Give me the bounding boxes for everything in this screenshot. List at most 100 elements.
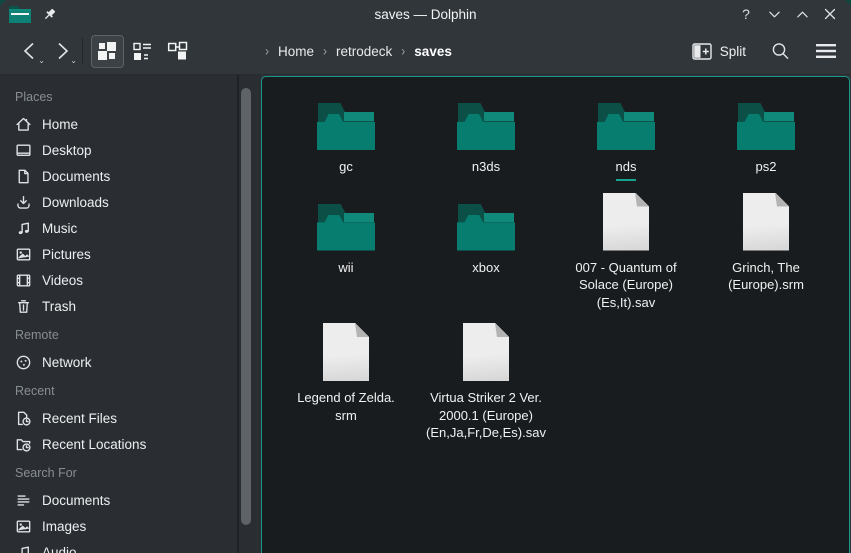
file-icon xyxy=(463,323,509,381)
search-icon[interactable] xyxy=(770,41,791,62)
sidebar-item-label: Trash xyxy=(42,299,76,314)
video-icon xyxy=(15,272,32,289)
folder-item-wii[interactable]: wii xyxy=(276,191,416,312)
icons-view-button[interactable] xyxy=(91,35,124,68)
image-icon xyxy=(15,518,32,535)
sidebar-item-documents[interactable]: Documents xyxy=(0,163,261,189)
sidebar-item-label: Images xyxy=(42,519,86,534)
breadcrumb-separator: › xyxy=(265,43,269,59)
sidebar-item-label: Downloads xyxy=(42,195,109,210)
dolphin-window: saves — Dolphin ? ⌄ ⌄ ›Home›retrodeck›sa… xyxy=(0,0,851,553)
trash-icon xyxy=(15,298,32,315)
sidebar-scrollbar[interactable] xyxy=(241,88,251,525)
sidebar-item-label: Videos xyxy=(42,273,83,288)
folder-icon xyxy=(457,204,515,251)
section-header-places: Places xyxy=(0,81,261,111)
sidebar-item-label: Recent Files xyxy=(42,411,117,426)
pin-icon[interactable] xyxy=(42,7,57,22)
folder-item-nds[interactable]: nds xyxy=(556,90,696,181)
forward-button[interactable]: ⌄ xyxy=(46,35,78,67)
item-label: ps2 xyxy=(756,158,777,176)
folder-icon xyxy=(457,103,515,150)
hamburger-menu-icon[interactable] xyxy=(815,43,837,59)
file-item-legend-of-zelda[interactable]: Legend of Zelda. srm xyxy=(276,321,416,442)
sidebar-item-network[interactable]: Network xyxy=(0,349,261,375)
desktop-icon xyxy=(15,142,32,159)
folder-item-ps2[interactable]: ps2 xyxy=(696,90,836,181)
folder-icon xyxy=(737,103,795,150)
window-controls: ? xyxy=(737,5,839,23)
home-icon xyxy=(15,116,32,133)
sidebar-item-pictures[interactable]: Pictures xyxy=(0,241,261,267)
sidebar-item-trash[interactable]: Trash xyxy=(0,293,261,319)
window-title: saves — Dolphin xyxy=(374,7,476,22)
recent-files-icon xyxy=(15,410,32,427)
folder-icon xyxy=(317,204,375,251)
folder-item-xbox[interactable]: xbox xyxy=(416,191,556,312)
breadcrumb-item-home[interactable]: Home xyxy=(278,44,314,59)
sidebar-item-desktop[interactable]: Desktop xyxy=(0,137,261,163)
file-grid: gc n3ds nds ps2 wii xbox 007 - Quantum of Sola… xyxy=(276,90,849,442)
sidebar-item-recent-files[interactable]: Recent Files xyxy=(0,405,261,431)
sidebar-item-home[interactable]: Home xyxy=(0,111,261,137)
folder-item-n3ds[interactable]: n3ds xyxy=(416,90,556,181)
maximize-button[interactable] xyxy=(793,5,811,23)
tree-view-button[interactable] xyxy=(161,35,194,68)
split-button[interactable]: Split xyxy=(692,43,746,60)
sidebar-item-images[interactable]: Images xyxy=(0,513,261,539)
folder-view[interactable]: gc n3ds nds ps2 wii xbox 007 - Quantum of Sola… xyxy=(261,76,850,553)
sidebar-item-recent-locations[interactable]: Recent Locations xyxy=(0,431,261,457)
split-icon xyxy=(692,43,712,60)
toolbar: ⌄ ⌄ ›Home›retrodeck›saves Split xyxy=(0,28,851,75)
panel-separator xyxy=(237,75,239,553)
back-button[interactable]: ⌄ xyxy=(14,35,46,67)
toolbar-separator xyxy=(82,38,83,64)
download-icon xyxy=(15,194,32,211)
section-header-search-for: Search For xyxy=(0,457,261,487)
item-label: Grinch, The (Europe).srm xyxy=(728,259,804,294)
search-documents-icon xyxy=(15,492,32,509)
folder-icon xyxy=(317,103,375,150)
folder-icon xyxy=(597,103,655,150)
music-icon xyxy=(15,220,32,237)
places-panel: PlacesHome Desktop Documents Downloads Music… xyxy=(0,75,261,553)
network-icon xyxy=(15,354,32,371)
sidebar-item-label: Documents xyxy=(42,493,110,508)
section-header-remote: Remote xyxy=(0,319,261,349)
item-label: xbox xyxy=(472,259,499,277)
item-label: Virtua Striker 2 Ver. 2000.1 (Europe) (E… xyxy=(426,389,546,442)
sidebar-item-music[interactable]: Music xyxy=(0,215,261,241)
details-view-button[interactable] xyxy=(126,35,159,68)
sidebar-item-documents[interactable]: Documents xyxy=(0,487,261,513)
file-item-grinch-the[interactable]: Grinch, The (Europe).srm xyxy=(696,191,836,312)
minimize-button[interactable] xyxy=(765,5,783,23)
file-icon xyxy=(603,193,649,251)
sidebar-item-audio[interactable]: Audio xyxy=(0,539,261,553)
item-label: n3ds xyxy=(472,158,500,176)
section-header-recent: Recent xyxy=(0,375,261,405)
music-icon xyxy=(15,544,32,553)
file-item-virtua-striker-2-ver[interactable]: Virtua Striker 2 Ver. 2000.1 (Europe) (E… xyxy=(416,321,556,442)
breadcrumb-separator: › xyxy=(323,43,327,59)
help-button[interactable]: ? xyxy=(737,5,755,23)
folder-item-gc[interactable]: gc xyxy=(276,90,416,181)
image-icon xyxy=(15,246,32,263)
dolphin-app-icon xyxy=(9,6,31,23)
titlebar: saves — Dolphin ? xyxy=(0,0,851,28)
sidebar-item-downloads[interactable]: Downloads xyxy=(0,189,261,215)
sidebar-item-label: Audio xyxy=(42,545,77,553)
close-button[interactable] xyxy=(821,5,839,23)
item-label: gc xyxy=(339,158,353,176)
file-icon xyxy=(323,323,369,381)
sidebar-item-label: Recent Locations xyxy=(42,437,146,452)
sidebar-item-label: Documents xyxy=(42,169,110,184)
sidebar-item-videos[interactable]: Videos xyxy=(0,267,261,293)
file-icon xyxy=(743,193,789,251)
file-item-007-quantum-of[interactable]: 007 - Quantum of Solace (Europe) (Es,It)… xyxy=(556,191,696,312)
document-icon xyxy=(15,168,32,185)
view-mode-buttons xyxy=(91,35,196,68)
breadcrumb-item-saves[interactable]: saves xyxy=(414,44,452,59)
breadcrumb-item-retrodeck[interactable]: retrodeck xyxy=(336,44,392,59)
sidebar-item-label: Desktop xyxy=(42,143,92,158)
breadcrumb: ›Home›retrodeck›saves xyxy=(265,28,452,74)
